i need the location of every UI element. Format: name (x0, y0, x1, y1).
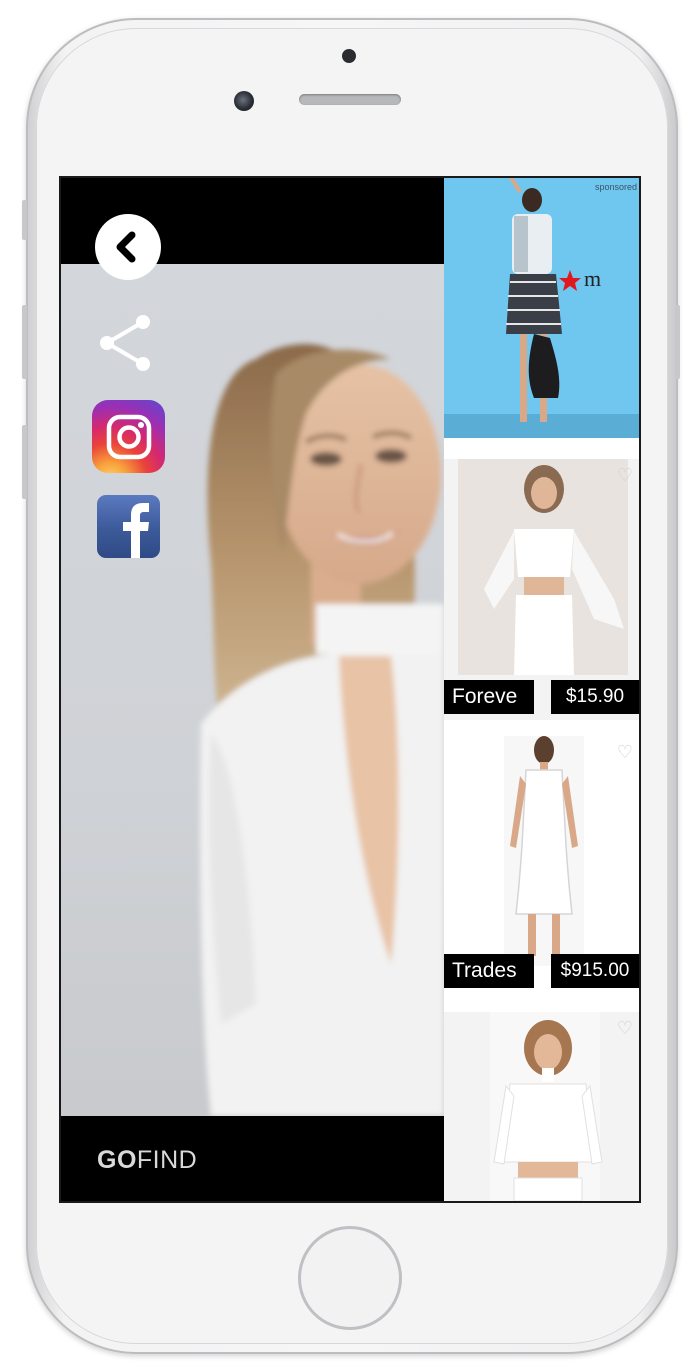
phone-side-button (22, 200, 27, 240)
bottom-bar: GOFIND (61, 1116, 444, 1201)
sponsored-ad[interactable]: m sponsored (444, 178, 639, 438)
main-photo (61, 264, 444, 1116)
heart-icon[interactable]: ♡ (617, 742, 633, 763)
heart-icon[interactable]: ♡ (617, 1018, 633, 1039)
facebook-button[interactable] (97, 495, 160, 558)
product-name: Trades (444, 954, 534, 988)
chevron-left-icon (116, 231, 136, 263)
front-camera (234, 91, 254, 111)
home-button[interactable] (298, 1226, 402, 1330)
model-photo-illustration (200, 344, 444, 1116)
gofind-logo: GOFIND (97, 1146, 197, 1175)
logo-go: GO (97, 1146, 137, 1174)
phone-volume-up (22, 305, 27, 379)
svg-text:m: m (584, 266, 601, 291)
share-icon (100, 315, 150, 371)
product-card[interactable]: ♡ Foreve $15.90 (444, 459, 639, 720)
sponsored-label: sponsored (594, 182, 637, 192)
earpiece-speaker (299, 94, 401, 105)
product-image (490, 1012, 603, 1201)
product-price: $915.00 (551, 954, 639, 988)
main-photo-pane: GOFIND (61, 178, 444, 1201)
instagram-button[interactable] (92, 400, 165, 473)
product-price: $15.90 (551, 680, 639, 714)
facebook-icon (123, 503, 149, 558)
front-sensor (342, 49, 356, 63)
share-button[interactable] (95, 312, 157, 374)
product-card[interactable]: ♡ Trades $915.00 (444, 736, 639, 994)
product-results-column[interactable]: m sponsored ♡ Foreve $15.90 ♡ Trades $91… (444, 178, 639, 1201)
phone-screen: GOFIND m sponsored ♡ Foreve $15.90 ♡ Tra… (59, 176, 641, 1203)
back-button[interactable] (95, 214, 161, 280)
phone-power-button (675, 305, 680, 379)
heart-icon[interactable]: ♡ (617, 465, 633, 486)
logo-find: FIND (136, 1146, 198, 1174)
phone-volume-down (22, 425, 27, 499)
sponsored-ad-image: m (444, 178, 639, 438)
product-card[interactable]: ♡ (444, 1012, 639, 1201)
instagram-icon (106, 414, 151, 459)
product-name: Foreve (444, 680, 534, 714)
